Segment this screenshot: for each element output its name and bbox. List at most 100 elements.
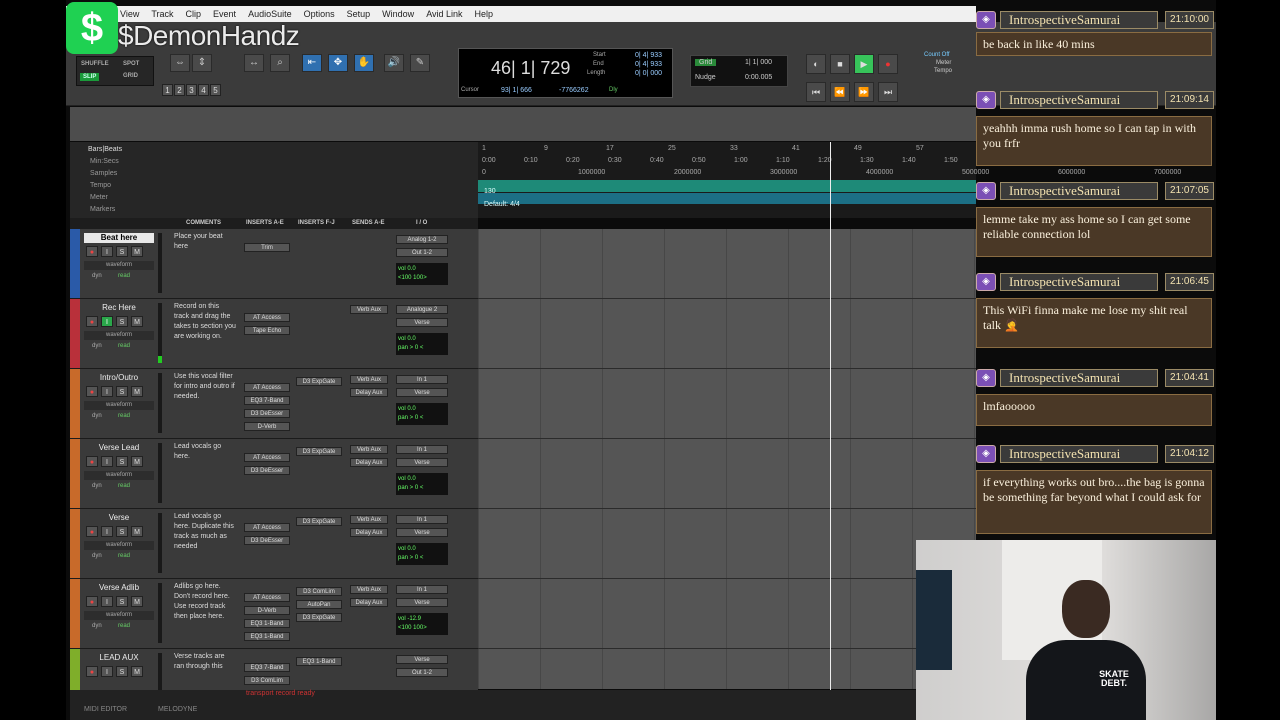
insert-slot[interactable]: AT Access [244, 383, 290, 392]
meter-label[interactable]: Meter [936, 60, 951, 66]
stop-icon[interactable]: ■ [830, 54, 850, 74]
track-view-selector[interactable]: waveform [84, 471, 154, 480]
timebase-selector[interactable]: dyn [92, 413, 102, 419]
timebase-selector[interactable]: dyn [92, 623, 102, 629]
solo-icon[interactable]: S [116, 456, 128, 467]
grabber-tool-icon[interactable]: ✋ [354, 54, 374, 72]
insert-slot[interactable]: D-Verb [244, 606, 290, 615]
send-slot[interactable]: Verb Aux [350, 305, 388, 314]
menu-event[interactable]: Event [207, 9, 242, 19]
input-selector[interactable]: In 1 [396, 515, 448, 524]
mute-icon[interactable]: M [131, 596, 143, 607]
output-selector[interactable]: Verse [396, 598, 448, 607]
send-slot[interactable]: Delay Aux [350, 528, 388, 537]
track-comment[interactable]: Use this vocal filter for intro and outr… [174, 372, 236, 402]
melodyne-tab[interactable]: MELODYNE [158, 706, 197, 713]
insert-slot[interactable]: D3 ComLim [296, 587, 342, 596]
track-comment[interactable]: Adlibs go here. Don't record here. Use r… [174, 582, 236, 622]
output-selector[interactable]: Verse [396, 458, 448, 467]
ruler-bars-beats[interactable]: Bars|Beats [88, 146, 122, 153]
zoom-in-icon[interactable]: ⇔ [170, 54, 190, 72]
track-name[interactable]: LEAD AUX [84, 653, 154, 663]
track-name[interactable]: Verse [84, 513, 154, 523]
insert-slot[interactable]: EQ3 7-Band [244, 396, 290, 405]
delay-compensation-label[interactable]: Dly [609, 87, 618, 93]
menu-window[interactable]: Window [376, 9, 420, 19]
input-selector[interactable]: Verse [396, 655, 448, 664]
mute-icon[interactable]: M [131, 316, 143, 327]
send-slot[interactable]: Verb Aux [350, 515, 388, 524]
record-arm-icon[interactable]: ● [86, 246, 98, 257]
output-selector[interactable]: Verse [396, 318, 448, 327]
online-icon[interactable]: ◐ [806, 54, 826, 74]
playhead-cursor[interactable] [830, 142, 831, 690]
grid-label[interactable]: Grid [695, 59, 717, 66]
edit-mode-selector[interactable]: SHUFFLE SPOT SLIP GRID [76, 56, 154, 86]
zoom-preset-4[interactable]: 4 [198, 84, 209, 96]
timebase-selector[interactable]: dyn [92, 343, 102, 349]
insert-slot[interactable]: D-Verb [244, 422, 290, 431]
input-monitor-icon[interactable]: I [101, 246, 113, 257]
output-selector[interactable]: Out 1-2 [396, 668, 448, 677]
ruler-samples[interactable]: Samples [90, 170, 117, 177]
track-view-selector[interactable]: waveform [84, 331, 154, 340]
grid-mode[interactable]: GRID [123, 73, 138, 79]
insert-slot[interactable]: Trim [244, 243, 290, 252]
timebase-selector[interactable]: dyn [92, 553, 102, 559]
menu-clip[interactable]: Clip [180, 9, 208, 19]
track-playlist-lane[interactable] [478, 299, 976, 369]
record-arm-icon[interactable]: ● [86, 316, 98, 327]
length-value[interactable]: 0| 0| 000 [635, 70, 662, 77]
solo-icon[interactable]: S [116, 526, 128, 537]
send-slot[interactable]: Delay Aux [350, 598, 388, 607]
insert-slot[interactable]: AutoPan [296, 600, 342, 609]
send-slot[interactable]: Verb Aux [350, 375, 388, 384]
insert-slot[interactable]: EQ3 7-Band [244, 663, 290, 672]
automation-mode[interactable]: read [118, 273, 130, 279]
tempo-ruler-lane[interactable]: 130 [478, 180, 976, 195]
menu-help[interactable]: Help [469, 9, 500, 19]
insert-slot[interactable]: EQ3 1-Band [296, 657, 342, 666]
send-slot[interactable]: Verb Aux [350, 445, 388, 454]
insert-slot[interactable]: EQ3 1-Band [244, 619, 290, 628]
magnifier-icon[interactable]: ⌕ [270, 54, 290, 72]
track-name[interactable]: Beat here [84, 233, 154, 243]
record-arm-icon[interactable]: ● [86, 386, 98, 397]
automation-mode[interactable]: read [118, 343, 130, 349]
automation-mode[interactable]: read [118, 623, 130, 629]
output-selector[interactable]: Out 1-2 [396, 248, 448, 257]
insert-slot[interactable]: AT Access [244, 593, 290, 602]
track-view-selector[interactable]: waveform [84, 541, 154, 550]
input-selector[interactable]: In 1 [396, 585, 448, 594]
insert-slot[interactable]: D3 ExpGate [296, 517, 342, 526]
track-comment[interactable]: Lead vocals go here. [174, 442, 236, 462]
input-monitor-icon[interactable]: I [101, 596, 113, 607]
selector-tool-icon[interactable]: ✥ [328, 54, 348, 72]
track-header[interactable]: Rec Here ● I S Mwaveform dyn read Record on thi… [70, 299, 478, 369]
track-header[interactable]: Intro/Outro ● I S Mwaveform dyn read Use this v… [70, 369, 478, 439]
send-slot[interactable]: Delay Aux [350, 458, 388, 467]
fast-forward-icon[interactable]: ⏩ [854, 82, 874, 102]
menu-view[interactable]: View [114, 9, 145, 19]
automation-mode[interactable]: read [118, 413, 130, 419]
insert-slot[interactable]: D3 DeEsser [244, 536, 290, 545]
volume-pan-readout[interactable]: vol -12.9 <100 100> [396, 613, 448, 635]
input-selector[interactable]: Analogue 2 [396, 305, 448, 314]
shuffle-mode[interactable]: SHUFFLE [81, 61, 109, 67]
track-name[interactable]: Verse Adlib [84, 583, 154, 593]
solo-icon[interactable]: S [116, 316, 128, 327]
volume-pan-readout[interactable]: vol 0.0 pan > 0 < [396, 403, 448, 425]
menu-options[interactable]: Options [298, 9, 341, 19]
solo-icon[interactable]: S [116, 386, 128, 397]
menu-avid-link[interactable]: Avid Link [420, 9, 468, 19]
mute-icon[interactable]: M [131, 386, 143, 397]
zoom-out-icon[interactable]: ⇕ [192, 54, 212, 72]
insert-slot[interactable]: AT Access [244, 453, 290, 462]
zoomer-tool-icon[interactable]: ↔ [244, 54, 264, 72]
nudge-label[interactable]: Nudge [695, 74, 716, 81]
mute-icon[interactable]: M [131, 456, 143, 467]
track-comment[interactable]: Verse tracks are ran through this [174, 652, 236, 672]
input-monitor-icon[interactable]: I [101, 316, 113, 327]
record-icon[interactable]: ● [878, 54, 898, 74]
count-off-label[interactable]: Count Off [924, 52, 950, 58]
